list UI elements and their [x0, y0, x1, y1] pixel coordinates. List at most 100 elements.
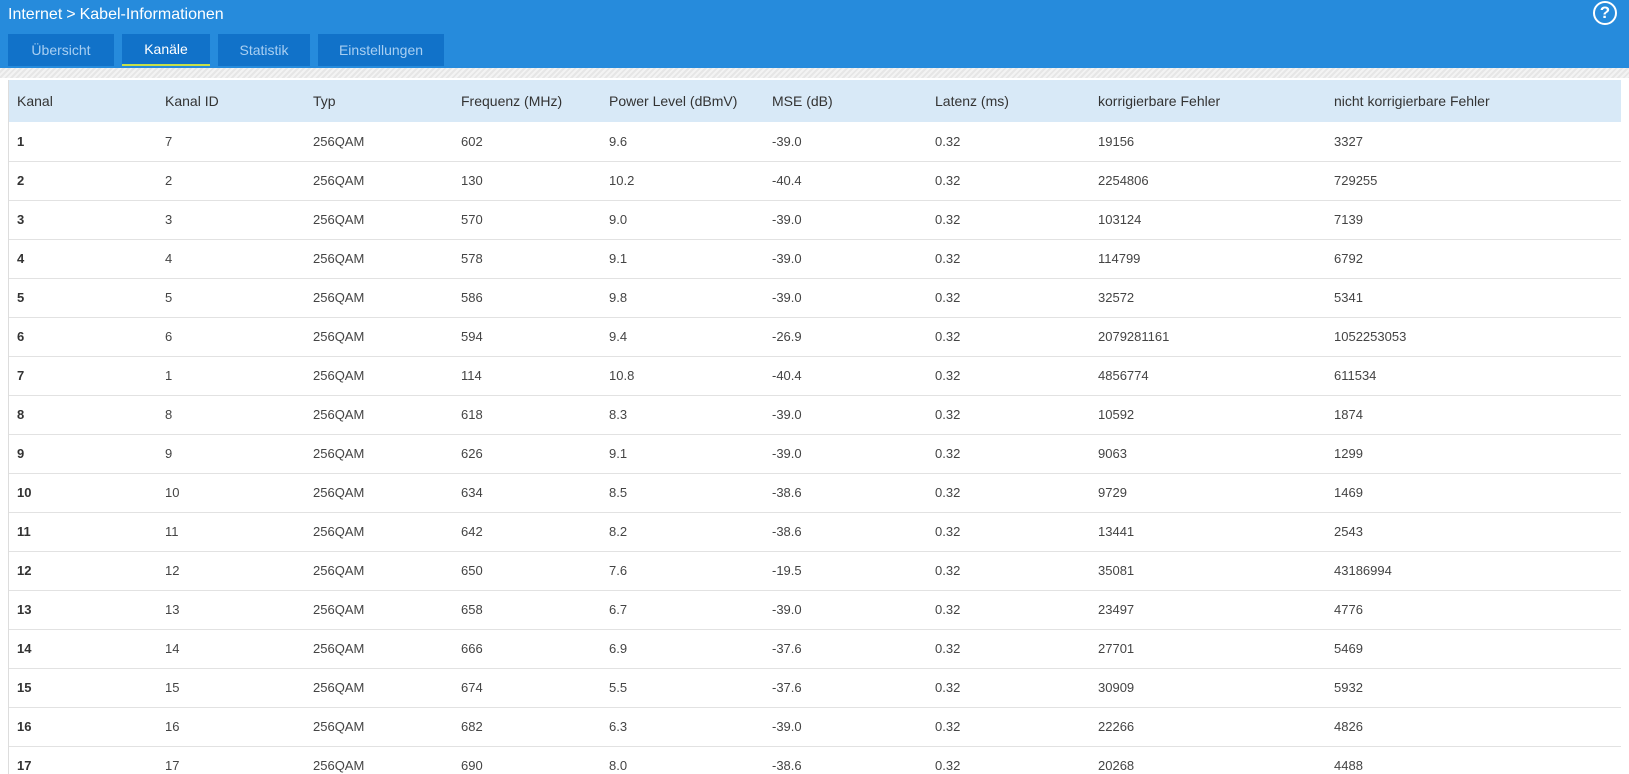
cell-frequenz: 690: [453, 746, 601, 774]
cell-korrigierbare-fehler: 114799: [1090, 239, 1326, 279]
cell-mse: -38.6: [764, 512, 927, 552]
cell-power-level: 10.8: [601, 356, 764, 396]
table-row: 8 8 256QAM 618 8.3 -39.0 0.32 10592 1874: [9, 395, 1621, 435]
help-icon[interactable]: ?: [1593, 1, 1617, 25]
cell-nicht-korrigierbare-fehler: 2543: [1326, 512, 1621, 552]
tab-statistik[interactable]: Statistik: [218, 34, 310, 66]
breadcrumb-current: Kabel-Informationen: [79, 6, 224, 23]
table-row: 12 12 256QAM 650 7.6 -19.5 0.32 35081 43186994: [9, 551, 1621, 591]
cell-kanal: 16: [9, 707, 157, 747]
cell-kanal: 8: [9, 395, 157, 435]
column-header-kanal-id: Kanal ID: [165, 93, 219, 109]
column-header-korrigierbare-fehler: korrigierbare Fehler: [1098, 93, 1221, 109]
cell-frequenz: 674: [453, 668, 601, 708]
cell-typ: 256QAM: [305, 161, 453, 201]
table-body: 1 7 256QAM 602 9.6 -39.0 0.32 19156 3327 2 2 256QAM…: [9, 122, 1621, 774]
cell-latenz: 0.32: [927, 668, 1090, 708]
cell-typ: 256QAM: [305, 668, 453, 708]
header-shadow-stripe: [0, 68, 1629, 78]
cell-korrigierbare-fehler: 103124: [1090, 200, 1326, 240]
cell-korrigierbare-fehler: 9729: [1090, 473, 1326, 513]
cell-latenz: 0.32: [927, 161, 1090, 201]
cell-kanal-id: 6: [157, 317, 305, 357]
cell-latenz: 0.32: [927, 551, 1090, 591]
cell-frequenz: 682: [453, 707, 601, 747]
cell-latenz: 0.32: [927, 200, 1090, 240]
cell-kanal: 7: [9, 356, 157, 396]
cell-nicht-korrigierbare-fehler: 729255: [1326, 161, 1621, 201]
cell-latenz: 0.32: [927, 356, 1090, 396]
cell-kanal: 6: [9, 317, 157, 357]
cell-latenz: 0.32: [927, 317, 1090, 357]
tab-kanaele[interactable]: Kanäle: [122, 34, 210, 66]
cell-korrigierbare-fehler: 9063: [1090, 434, 1326, 474]
cell-typ: 256QAM: [305, 434, 453, 474]
cell-nicht-korrigierbare-fehler: 1874: [1326, 395, 1621, 435]
column-header-nicht-korrigierbare-fehler: nicht korrigierbare Fehler: [1334, 93, 1490, 109]
cell-kanal: 12: [9, 551, 157, 591]
cell-kanal-id: 13: [157, 590, 305, 630]
cell-typ: 256QAM: [305, 200, 453, 240]
cell-kanal-id: 3: [157, 200, 305, 240]
cell-latenz: 0.32: [927, 629, 1090, 669]
cell-mse: -19.5: [764, 551, 927, 591]
cell-mse: -40.4: [764, 356, 927, 396]
cell-nicht-korrigierbare-fehler: 4776: [1326, 590, 1621, 630]
cell-power-level: 6.9: [601, 629, 764, 669]
column-header-latenz: Latenz (ms): [935, 93, 1009, 109]
tab-einstellungen[interactable]: Einstellungen: [318, 34, 444, 66]
breadcrumb-internet[interactable]: Internet: [8, 6, 62, 24]
channel-table-container[interactable]: Kanal Kanal ID Typ Frequenz (MHz) Power …: [8, 80, 1621, 774]
cell-frequenz: 650: [453, 551, 601, 591]
cell-power-level: 8.2: [601, 512, 764, 552]
table-row: 15 15 256QAM 674 5.5 -37.6 0.32 30909 5932: [9, 668, 1621, 708]
cell-kanal-id: 8: [157, 395, 305, 435]
cell-kanal: 2: [9, 161, 157, 201]
cell-typ: 256QAM: [305, 707, 453, 747]
cell-kanal-id: 1: [157, 356, 305, 396]
header-bar: Internet > Kabel-Informationen ? Übersic…: [0, 0, 1629, 68]
cell-korrigierbare-fehler: 19156: [1090, 122, 1326, 162]
cell-mse: -39.0: [764, 590, 927, 630]
cell-frequenz: 130: [453, 161, 601, 201]
cell-frequenz: 658: [453, 590, 601, 630]
tab-uebersicht[interactable]: Übersicht: [8, 34, 114, 66]
cell-latenz: 0.32: [927, 239, 1090, 279]
cell-nicht-korrigierbare-fehler: 5341: [1326, 278, 1621, 318]
cell-typ: 256QAM: [305, 473, 453, 513]
column-header-mse: MSE (dB): [772, 93, 833, 109]
cell-power-level: 8.5: [601, 473, 764, 513]
cell-mse: -39.0: [764, 239, 927, 279]
table-row: 2 2 256QAM 130 10.2 -40.4 0.32 2254806 729255: [9, 161, 1621, 201]
table-row: 16 16 256QAM 682 6.3 -39.0 0.32 22266 4826: [9, 707, 1621, 747]
cell-korrigierbare-fehler: 4856774: [1090, 356, 1326, 396]
cell-kanal-id: 7: [157, 122, 305, 162]
cell-kanal: 10: [9, 473, 157, 513]
cell-korrigierbare-fehler: 23497: [1090, 590, 1326, 630]
cell-power-level: 10.2: [601, 161, 764, 201]
tab-bar: Übersicht Kanäle Statistik Einstellungen: [8, 34, 452, 66]
cell-kanal: 17: [9, 746, 157, 774]
cell-power-level: 8.3: [601, 395, 764, 435]
cell-frequenz: 642: [453, 512, 601, 552]
cell-kanal-id: 16: [157, 707, 305, 747]
cell-mse: -39.0: [764, 200, 927, 240]
cell-latenz: 0.32: [927, 707, 1090, 747]
cell-mse: -39.0: [764, 395, 927, 435]
cell-typ: 256QAM: [305, 122, 453, 162]
cell-typ: 256QAM: [305, 317, 453, 357]
table-row: 11 11 256QAM 642 8.2 -38.6 0.32 13441 2543: [9, 512, 1621, 552]
cell-latenz: 0.32: [927, 746, 1090, 774]
breadcrumb: Internet > Kabel-Informationen: [8, 4, 224, 26]
cell-kanal-id: 15: [157, 668, 305, 708]
cell-kanal: 15: [9, 668, 157, 708]
cell-kanal: 14: [9, 629, 157, 669]
cell-kanal: 3: [9, 200, 157, 240]
cell-mse: -37.6: [764, 629, 927, 669]
channel-table: Kanal Kanal ID Typ Frequenz (MHz) Power …: [9, 80, 1621, 774]
cell-mse: -26.9: [764, 317, 927, 357]
cell-typ: 256QAM: [305, 356, 453, 396]
column-header-kanal: Kanal: [17, 93, 53, 109]
cell-nicht-korrigierbare-fehler: 7139: [1326, 200, 1621, 240]
cell-korrigierbare-fehler: 22266: [1090, 707, 1326, 747]
